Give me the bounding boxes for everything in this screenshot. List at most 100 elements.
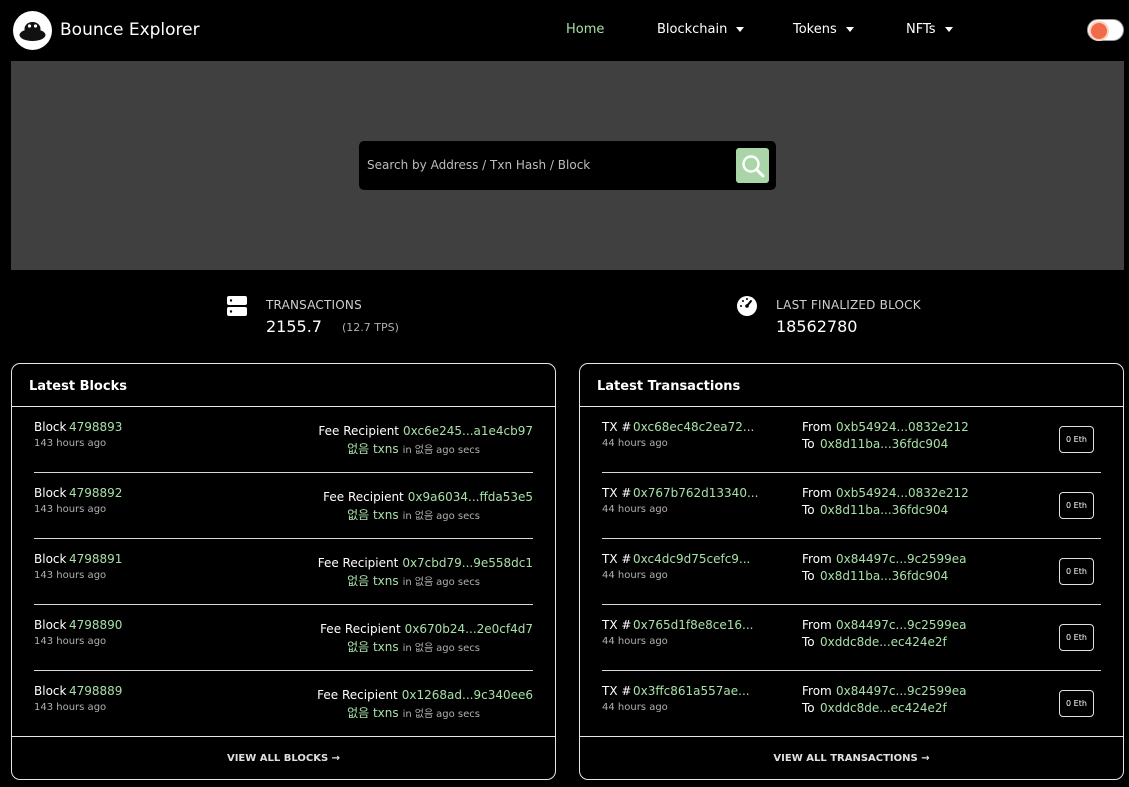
block-label: Block — [34, 420, 67, 434]
block-row: Block 4798891 143 hours ago Fee Recipient 0x… — [34, 539, 533, 605]
tx-hash-link[interactable]: 0x767b762d13340... — [633, 486, 758, 500]
block-txns: 없음 txns in 없음 ago secs — [347, 636, 480, 655]
tx-hash-link[interactable]: 0xc68ec48c2ea72... — [633, 420, 754, 434]
transactions-value: 2155.7 — [266, 317, 322, 336]
search-bar — [359, 141, 776, 190]
to-label: To — [802, 503, 815, 517]
block-age: 143 hours ago — [34, 504, 107, 515]
fee-recipient: Fee Recipient 0x670b24...2e0cf4d7 — [320, 618, 533, 637]
txns-count-link[interactable]: 없음 txns — [347, 640, 399, 654]
block-number-link[interactable]: 4798891 — [69, 552, 122, 566]
tx-age: 44 hours ago — [602, 702, 668, 713]
tx-hash-link[interactable]: 0xc4dc9d75cefc9... — [633, 552, 750, 566]
block-age: 143 hours ago — [34, 636, 107, 647]
latest-blocks-panel: Latest Blocks Block 4798893 143 hours ago F… — [11, 363, 556, 780]
theme-toggle[interactable] — [1087, 19, 1124, 41]
block-number-link[interactable]: 4798893 — [69, 420, 122, 434]
tx-value-badge[interactable]: 0 Eth — [1059, 492, 1094, 519]
from-address-link[interactable]: 0xb54924...0832e212 — [836, 420, 969, 434]
block-row: Block 4798890 143 hours ago Fee Recipient 0x… — [34, 605, 533, 671]
tx-value-badge[interactable]: 0 Eth — [1059, 624, 1094, 651]
to-label: To — [802, 701, 815, 715]
transaction-row: TX #0x767b762d13340... 44 hours ago From 0x… — [602, 473, 1101, 539]
transactions-label: TRANSACTIONS — [266, 298, 362, 312]
to-address-link[interactable]: 0x8d11ba...36fdc904 — [820, 569, 948, 583]
search-icon — [741, 154, 764, 177]
to-address-link[interactable]: 0x8d11ba...36fdc904 — [820, 437, 948, 451]
tx-label: TX # — [602, 486, 632, 500]
from-address-link[interactable]: 0x84497c...9c2599ea — [836, 684, 966, 698]
secs-label: ago secs — [436, 511, 480, 522]
fee-recipient: Fee Recipient 0xc6e245...a1e4cb97 — [318, 420, 533, 439]
block-label: Block — [34, 486, 67, 500]
search-button[interactable] — [736, 148, 769, 183]
gauge-icon — [737, 296, 757, 316]
from-label: From — [802, 420, 832, 434]
block-txns: 없음 txns in 없음 ago secs — [347, 438, 480, 457]
fee-recipient-link[interactable]: 0x9a6034...ffda53e5 — [408, 490, 533, 504]
secs-label: ago secs — [436, 643, 480, 654]
brand-name[interactable]: Bounce Explorer — [60, 20, 200, 40]
top-navbar: Bounce Explorer Home Blockchain Tokens N… — [0, 0, 1129, 61]
transaction-row: TX #0xc68ec48c2ea72... 44 hours ago From 0x… — [602, 407, 1101, 473]
txns-count-link[interactable]: 없음 txns — [347, 574, 399, 588]
txns-count-link[interactable]: 없음 txns — [347, 442, 399, 456]
chevron-down-icon — [736, 27, 745, 32]
fee-recipient: Fee Recipient 0x7cbd79...9e558dc1 — [318, 552, 533, 571]
brand-logo-icon[interactable] — [13, 11, 52, 50]
panel-title: Latest Transactions — [597, 379, 741, 394]
block-number-link[interactable]: 4798889 — [69, 684, 122, 698]
block-age: 143 hours ago — [34, 438, 107, 449]
transactions-tps: (12.7 TPS) — [342, 321, 399, 334]
panel-title: Latest Blocks — [29, 379, 127, 394]
block-label: Block — [34, 684, 67, 698]
search-input[interactable] — [367, 154, 727, 176]
fee-recipient-label: Fee Recipient — [318, 424, 400, 438]
to-address-link[interactable]: 0xddc8de...ec424e2f — [820, 635, 947, 649]
fee-recipient-label: Fee Recipient — [320, 622, 401, 636]
txns-count-link[interactable]: 없음 txns — [347, 706, 399, 720]
in-label: in — [402, 445, 412, 456]
tx-label: TX # — [602, 684, 632, 698]
block-number-link[interactable]: 4798890 — [69, 618, 122, 632]
view-all-transactions-link[interactable]: VIEW ALL TRANSACTIONS → — [580, 753, 1123, 764]
nav-tokens-label: Tokens — [793, 22, 837, 37]
fee-recipient: Fee Recipient 0x9a6034...ffda53e5 — [323, 486, 533, 505]
transaction-row: TX #0xc4dc9d75cefc9... 44 hours ago From 0x… — [602, 539, 1101, 605]
nav-blockchain-label: Blockchain — [657, 22, 728, 37]
fee-recipient-link[interactable]: 0x1268ad...9c340ee6 — [402, 688, 533, 702]
fee-recipient-link[interactable]: 0xc6e245...a1e4cb97 — [403, 424, 533, 438]
nav-nfts-label: NFTs — [906, 22, 936, 37]
to-address-link[interactable]: 0x8d11ba...36fdc904 — [820, 503, 948, 517]
tx-label: TX # — [602, 420, 632, 434]
fee-recipient-link[interactable]: 0x670b24...2e0cf4d7 — [405, 622, 533, 636]
tx-age: 44 hours ago — [602, 438, 668, 449]
from-address-link[interactable]: 0x84497c...9c2599ea — [836, 552, 966, 566]
view-all-blocks-link[interactable]: VIEW ALL BLOCKS → — [12, 753, 555, 764]
nav-tokens-menu[interactable]: Tokens — [793, 22, 854, 37]
tx-hash-link[interactable]: 0x3ffc861a557ae... — [633, 684, 750, 698]
block-age: 143 hours ago — [34, 570, 107, 581]
nav-home-link[interactable]: Home — [566, 22, 604, 37]
tx-age: 44 hours ago — [602, 636, 668, 647]
block-row: Block 4798889 143 hours ago Fee Recipient 0x… — [34, 671, 533, 737]
block-number-link[interactable]: 4798892 — [69, 486, 122, 500]
txns-count-link[interactable]: 없음 txns — [347, 508, 399, 522]
from-address-link[interactable]: 0x84497c...9c2599ea — [836, 618, 966, 632]
nav-nfts-menu[interactable]: NFTs — [906, 22, 953, 37]
to-address-link[interactable]: 0xddc8de...ec424e2f — [820, 701, 947, 715]
tx-age: 44 hours ago — [602, 504, 668, 515]
tx-hash-link[interactable]: 0x765d1f8e8ce16... — [633, 618, 753, 632]
nav-blockchain-menu[interactable]: Blockchain — [657, 22, 745, 37]
fee-recipient-link[interactable]: 0x7cbd79...9e558dc1 — [402, 556, 533, 570]
block-row: Block 4798892 143 hours ago Fee Recipient 0x… — [34, 473, 533, 539]
secs-label: ago secs — [436, 577, 480, 588]
tx-value-badge[interactable]: 0 Eth — [1059, 690, 1094, 717]
tx-value-badge[interactable]: 0 Eth — [1059, 426, 1094, 453]
from-address-link[interactable]: 0xb54924...0832e212 — [836, 486, 969, 500]
tx-age: 44 hours ago — [602, 570, 668, 581]
block-label: Block — [34, 618, 67, 632]
tx-value-badge[interactable]: 0 Eth — [1059, 558, 1094, 585]
to-label: To — [802, 569, 815, 583]
tx-label: TX # — [602, 618, 632, 632]
